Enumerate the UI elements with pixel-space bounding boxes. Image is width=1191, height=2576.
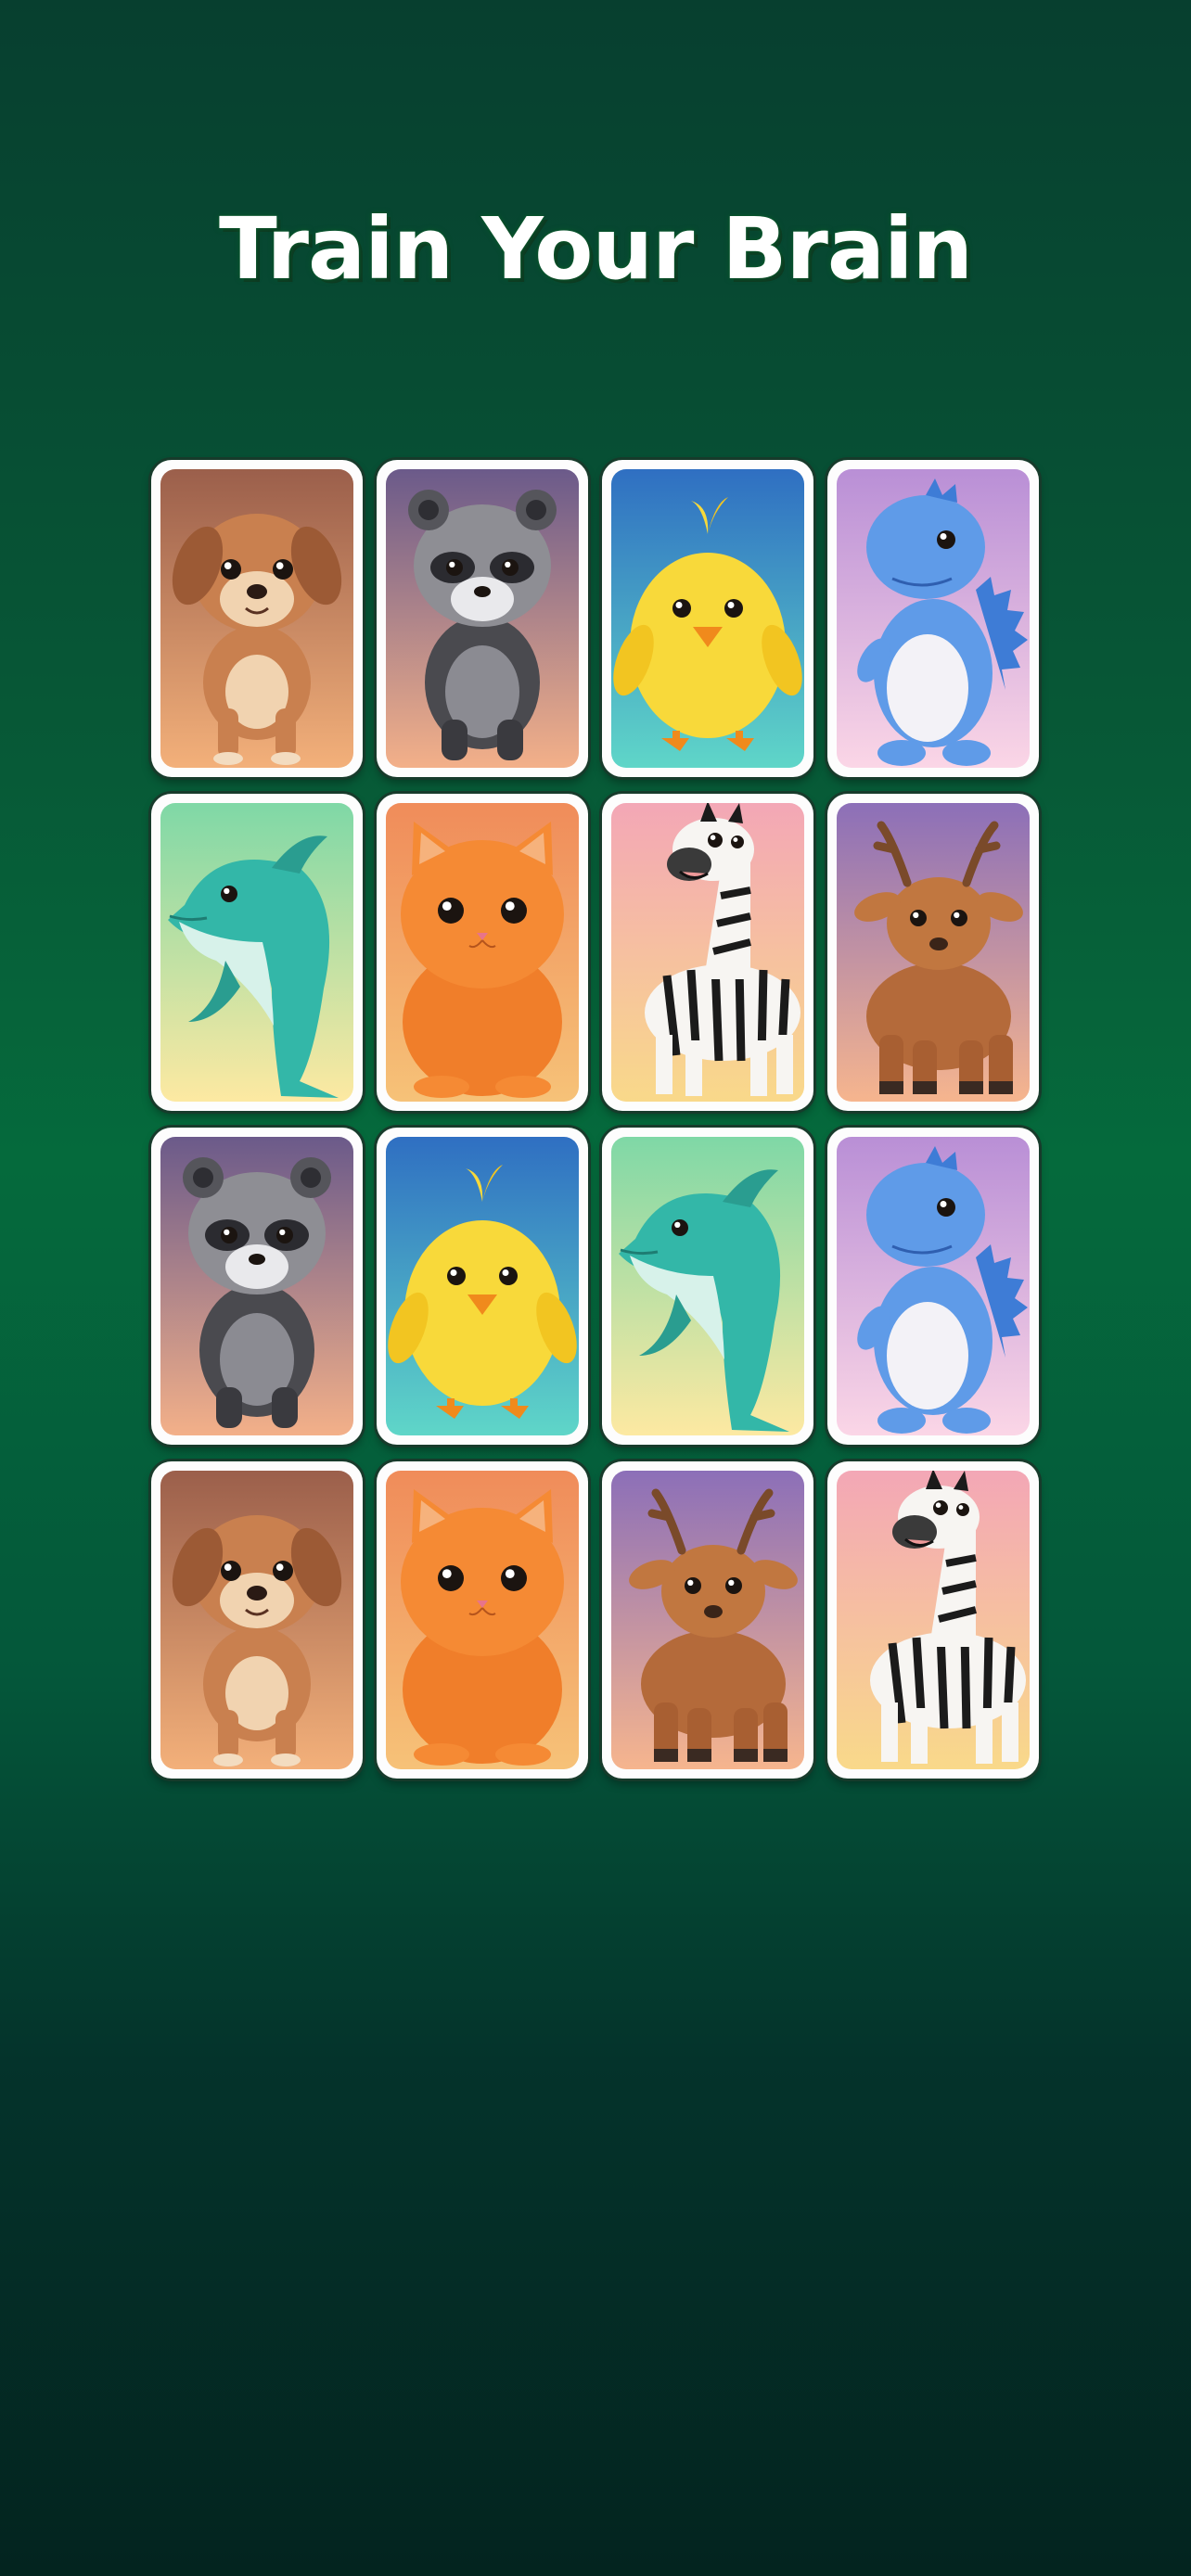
dolphin-icon [160, 803, 353, 1102]
zebra-icon [837, 1471, 1030, 1769]
memory-card[interactable] [827, 460, 1039, 777]
memory-card[interactable] [827, 794, 1039, 1111]
card-grid [151, 460, 1039, 1779]
memory-card[interactable] [151, 1128, 363, 1445]
game-title: Train Your Brain [218, 199, 973, 299]
dinosaur-icon [837, 1137, 1030, 1435]
memory-card[interactable] [377, 1128, 588, 1445]
raccoon-icon [386, 469, 579, 768]
puppy-icon [160, 469, 353, 768]
memory-card[interactable] [377, 1461, 588, 1779]
memory-card[interactable] [602, 794, 813, 1111]
memory-card[interactable] [827, 1461, 1039, 1779]
zebra-icon [611, 803, 804, 1102]
kitten-icon [386, 803, 579, 1102]
chick-icon [611, 469, 804, 768]
dinosaur-icon [837, 469, 1030, 768]
memory-card[interactable] [151, 794, 363, 1111]
memory-card[interactable] [377, 794, 588, 1111]
memory-card[interactable] [602, 1128, 813, 1445]
raccoon-icon [160, 1137, 353, 1435]
memory-card[interactable] [377, 460, 588, 777]
chick-icon [386, 1137, 579, 1435]
deer-icon [611, 1471, 804, 1769]
kitten-icon [386, 1471, 579, 1769]
puppy-icon [160, 1471, 353, 1769]
memory-card[interactable] [151, 460, 363, 777]
memory-card[interactable] [602, 1461, 813, 1779]
memory-card[interactable] [602, 460, 813, 777]
memory-card[interactable] [151, 1461, 363, 1779]
deer-icon [837, 803, 1030, 1102]
dolphin-icon [611, 1137, 804, 1435]
memory-card[interactable] [827, 1128, 1039, 1445]
